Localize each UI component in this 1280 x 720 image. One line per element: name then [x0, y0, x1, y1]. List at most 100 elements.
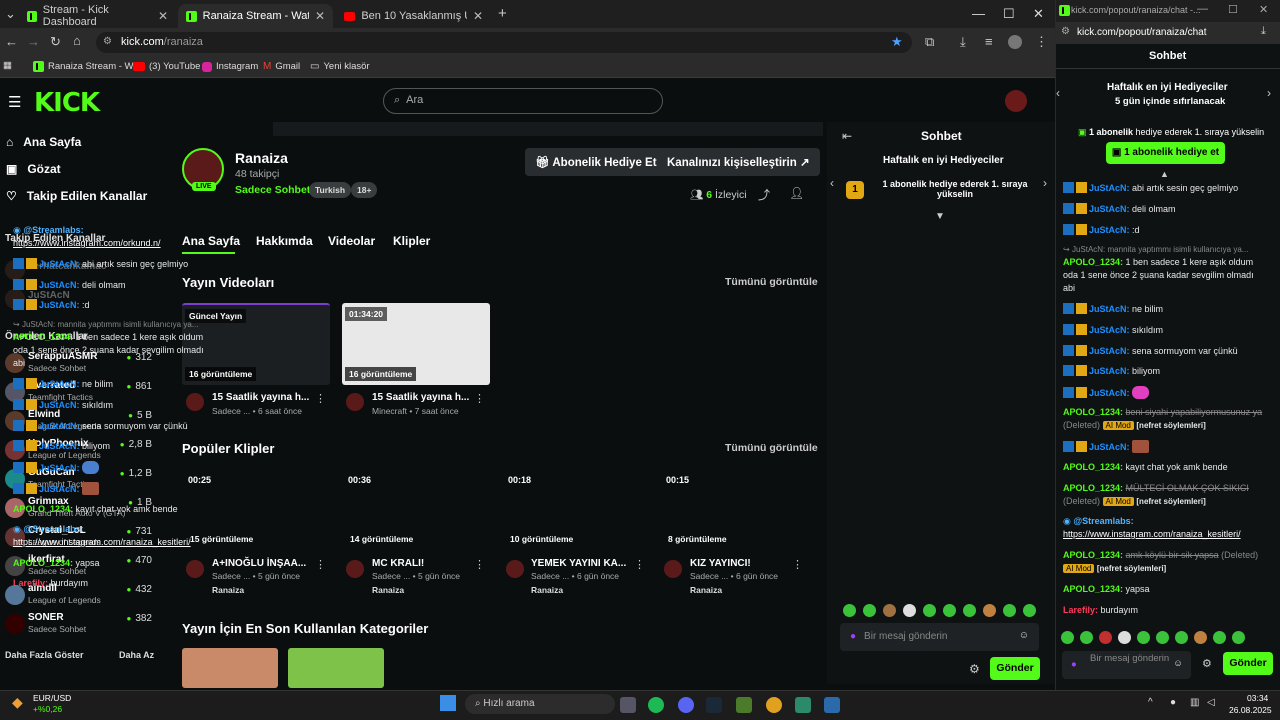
- chat-message-input[interactable]: ● Bir mesaj gönderin ☺: [840, 623, 1039, 651]
- search-input[interactable]: ⌕ Ara: [383, 88, 663, 114]
- spotify-icon[interactable]: [648, 697, 664, 713]
- new-tab-icon[interactable]: +: [498, 5, 507, 22]
- chat-username[interactable]: JuStAcN:: [1089, 225, 1130, 235]
- download-icon[interactable]: ⤓: [960, 34, 966, 50]
- chat-username[interactable]: JuStAcN:: [39, 400, 80, 410]
- send-button[interactable]: Gönder: [990, 657, 1040, 680]
- taskbar-search[interactable]: ⌕ Hızlı arama: [465, 694, 615, 714]
- site-info-icon[interactable]: ⚙: [1061, 26, 1070, 37]
- collapse-icon[interactable]: ▲: [1160, 169, 1169, 179]
- tag-language[interactable]: Turkish: [309, 182, 352, 198]
- emote-icon[interactable]: [843, 604, 856, 617]
- clip-channel[interactable]: Ranaiza: [531, 585, 563, 595]
- close-tab-icon[interactable]: ✕: [473, 9, 483, 23]
- video-title[interactable]: 15 Saatlik yayına h...: [212, 392, 309, 403]
- clip-title[interactable]: A+INOĞLU İNŞAA...: [212, 558, 306, 569]
- chat-username[interactable]: APOLO_1234:: [1063, 462, 1123, 472]
- emote-icon[interactable]: [1175, 631, 1188, 644]
- user-settings-icon[interactable]: 👤︎: [789, 186, 804, 200]
- chat-username[interactable]: @Streamlabs:: [23, 225, 83, 235]
- url-field[interactable]: kick.com/ranaiza: [96, 32, 912, 53]
- expand-icon[interactable]: ▼: [935, 211, 945, 222]
- chat-username[interactable]: APOLO_1234:: [13, 332, 73, 342]
- chat-username[interactable]: JuStAcN:: [39, 441, 80, 451]
- emote-icon[interactable]: [1137, 631, 1150, 644]
- network-icon[interactable]: ▥: [1190, 697, 1199, 708]
- emoji-picker-icon[interactable]: ☺: [1173, 658, 1183, 669]
- emote-icon[interactable]: [883, 604, 896, 617]
- close-window-icon[interactable]: ✕: [1259, 3, 1268, 16]
- emote-icon[interactable]: [923, 604, 936, 617]
- chat-username[interactable]: APOLO_1234:: [1063, 483, 1123, 493]
- chat-settings-icon[interactable]: ⚙: [969, 662, 980, 676]
- tab-about[interactable]: Hakkımda: [256, 234, 313, 248]
- category-card[interactable]: [182, 648, 278, 688]
- tab-ranaiza-stream[interactable]: Ranaiza Stream - Watch Live o ✕: [178, 4, 333, 28]
- more-options-icon[interactable]: ⋮: [474, 392, 485, 405]
- collapse-chat-icon[interactable]: ⇤: [842, 129, 852, 143]
- clock-date[interactable]: 26.08.2025: [1229, 705, 1272, 715]
- chat-username[interactable]: @Streamlabs:: [23, 524, 83, 534]
- gift-subscription-button[interactable]: 🎁︎ Abonelik Hediye Et: [525, 148, 667, 176]
- chat-username[interactable]: JuStAcN:: [39, 484, 80, 494]
- minimize-icon[interactable]: —: [972, 6, 985, 21]
- clock-time[interactable]: 03:34: [1247, 693, 1268, 703]
- next-arrow-icon[interactable]: ›: [1267, 86, 1271, 100]
- back-icon[interactable]: ←: [5, 34, 18, 49]
- nav-following[interactable]: ♡ Takip Edilen Kanallar: [6, 189, 147, 203]
- more-options-icon[interactable]: ⋮: [315, 558, 326, 571]
- tray-chevron-icon[interactable]: ^: [1148, 697, 1153, 708]
- clip-title[interactable]: MC KRALI!: [372, 558, 424, 569]
- chat-username[interactable]: JuStAcN:: [1089, 304, 1130, 314]
- discord-icon[interactable]: [678, 697, 694, 713]
- next-arrow-icon[interactable]: ›: [1043, 176, 1047, 190]
- more-options-icon[interactable]: ⋮: [792, 558, 803, 571]
- stock-name[interactable]: EUR/USD: [33, 693, 71, 703]
- clip-thumbnail[interactable]: 00:36 14 görüntüleme: [342, 468, 492, 550]
- show-more-link[interactable]: Daha Fazla Göster: [5, 650, 84, 660]
- emote-icon[interactable]: [1118, 631, 1131, 644]
- chat-username[interactable]: JuStAcN:: [39, 259, 80, 269]
- prev-arrow-icon[interactable]: ‹: [1056, 86, 1060, 100]
- chat-username[interactable]: JuStAcN:: [39, 463, 80, 473]
- channel-category[interactable]: Sadece Sohbet: [235, 184, 310, 196]
- category-card[interactable]: [288, 648, 384, 688]
- emote-icon[interactable]: [943, 604, 956, 617]
- apps-grid-icon[interactable]: ▦: [3, 60, 12, 71]
- app-icon[interactable]: [795, 697, 811, 713]
- chat-username[interactable]: JuStAcN:: [39, 421, 80, 431]
- tab-clips[interactable]: Klipler: [393, 234, 430, 248]
- home-icon[interactable]: ⌂: [73, 33, 81, 48]
- share-icon[interactable]: ⤴: [758, 186, 770, 203]
- clip-channel[interactable]: Ranaiza: [690, 585, 722, 595]
- emote-icon[interactable]: [983, 604, 996, 617]
- chrome-icon[interactable]: [766, 697, 782, 713]
- chat-link[interactable]: https://www.instagram.com/ranaiza_kesitl…: [1063, 529, 1241, 539]
- chat-username[interactable]: JuStAcN:: [1089, 204, 1130, 214]
- chat-username[interactable]: APOLO_1234:: [1063, 407, 1123, 417]
- clip-title[interactable]: YEMEK YAYINI KA...: [531, 558, 626, 569]
- close-tab-icon[interactable]: ✕: [315, 9, 325, 23]
- clip-channel[interactable]: Ranaiza: [372, 585, 404, 595]
- reload-icon[interactable]: ↻: [50, 34, 61, 50]
- clips-see-all[interactable]: Tümünü görüntüle: [725, 442, 818, 454]
- chat-username[interactable]: JuStAcN:: [1089, 366, 1130, 376]
- send-button[interactable]: Gönder: [1223, 652, 1273, 675]
- popout-url[interactable]: kick.com/popout/ranaiza/chat: [1077, 27, 1207, 38]
- chat-link[interactable]: https://www.instagram.com/orkund.n/: [13, 238, 161, 248]
- chat-username[interactable]: JuStAcN:: [1089, 183, 1130, 193]
- maximize-icon[interactable]: ☐: [1228, 3, 1238, 16]
- chat-username[interactable]: JuStAcN:: [1089, 442, 1130, 452]
- site-info-icon[interactable]: ⚙: [103, 36, 112, 47]
- prev-arrow-icon[interactable]: ‹: [830, 176, 834, 190]
- more-options-icon[interactable]: ⋮: [634, 558, 645, 571]
- chat-username[interactable]: JuStAcN:: [39, 300, 80, 310]
- windows-start-icon[interactable]: [440, 695, 456, 711]
- chat-username[interactable]: APOLO_1234:: [1063, 550, 1123, 560]
- emote-icon[interactable]: [1003, 604, 1016, 617]
- emoji-picker-icon[interactable]: ☺: [1019, 630, 1029, 641]
- volume-icon[interactable]: ◁: [1207, 697, 1215, 708]
- emote-icon[interactable]: [1080, 631, 1093, 644]
- customize-channel-button[interactable]: Kanalınızı kişiselleştirin ↗: [657, 148, 820, 176]
- bookmark-youtube[interactable]: (3) YouTube: [133, 61, 200, 72]
